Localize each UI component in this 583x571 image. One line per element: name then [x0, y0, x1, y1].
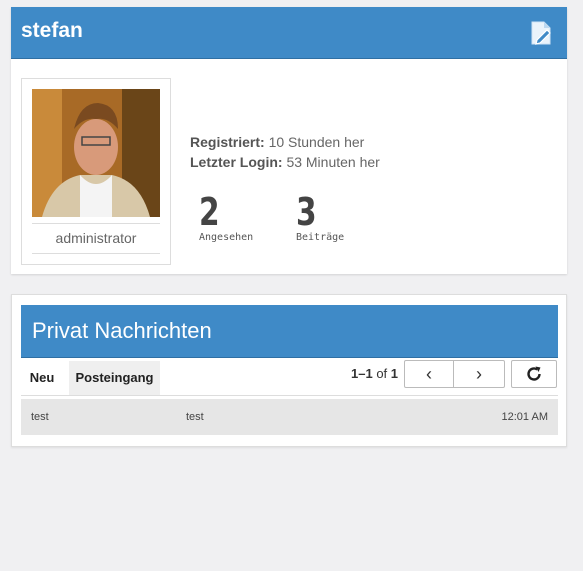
refresh-icon	[525, 366, 543, 387]
registered-label: Registriert:	[190, 134, 265, 150]
stat-posts: 3 Beiträge	[296, 192, 344, 243]
refresh-button[interactable]	[511, 360, 557, 388]
pager-of: of	[376, 366, 388, 381]
profile-info: Registriert: 10 Stunden her Letzter Logi…	[190, 132, 380, 172]
registered-value: 10 Stunden her	[268, 134, 365, 150]
prev-page-button[interactable]: ‹	[404, 360, 454, 388]
chevron-left-icon: ‹	[426, 364, 432, 384]
avatar[interactable]	[32, 89, 160, 217]
user-role: administrator	[55, 230, 137, 246]
pager-range: 1–1	[351, 366, 373, 381]
views-count: 2	[199, 190, 220, 234]
divider	[32, 253, 160, 254]
last-login-label: Letzter Login:	[190, 154, 283, 170]
message-time: 12:01 AM	[501, 411, 548, 423]
tab-new[interactable]: Neu	[21, 361, 63, 395]
posts-count: 3	[296, 190, 317, 234]
tabs-divider	[21, 395, 558, 396]
avatar-box: administrator	[21, 78, 171, 265]
messages-title: Privat Nachrichten	[32, 318, 212, 343]
profile-username: stefan	[21, 19, 83, 42]
messages-header: Privat Nachrichten	[21, 305, 558, 358]
message-row[interactable]: test test 12:01 AM	[21, 399, 558, 435]
message-subject: test	[186, 411, 204, 423]
last-login-value: 53 Minuten her	[286, 154, 380, 170]
pager-total: 1	[390, 366, 399, 381]
edit-profile-icon[interactable]	[529, 20, 553, 46]
stat-views: 2 Angesehen	[199, 192, 253, 243]
next-page-button[interactable]: ›	[453, 360, 505, 388]
pagination-info: 1–1 of 1	[351, 366, 398, 381]
divider	[32, 223, 160, 224]
messages-card: Privat Nachrichten Neu Posteingang 1–1 o…	[11, 294, 567, 447]
tab-inbox[interactable]: Posteingang	[69, 361, 160, 395]
profile-card: stefan administrator Registriert: 10 Stu…	[11, 7, 567, 274]
profile-header: stefan	[11, 7, 567, 59]
last-login-line: Letzter Login: 53 Minuten her	[190, 152, 380, 172]
message-from: test	[31, 411, 49, 423]
chevron-right-icon: ›	[476, 364, 482, 384]
registered-line: Registriert: 10 Stunden her	[190, 132, 380, 152]
